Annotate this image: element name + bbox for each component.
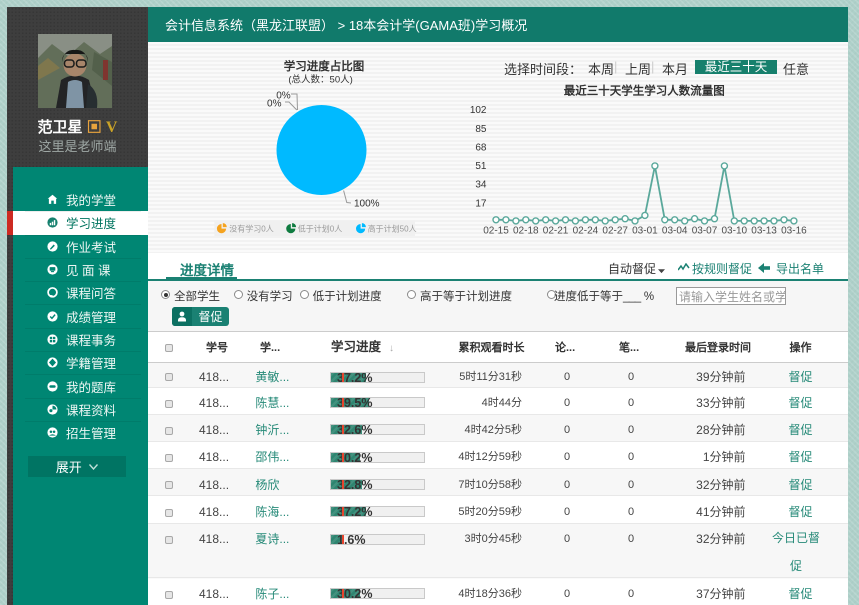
svg-text:02-27: 02-27 [602, 226, 628, 237]
svg-text:低于计划0人: 低于计划0人 [298, 223, 342, 233]
svg-text:03-01: 03-01 [632, 226, 658, 237]
svg-text:03-16: 03-16 [781, 226, 807, 237]
svg-text:03-13: 03-13 [751, 226, 777, 237]
svg-text:100%: 100% [354, 199, 380, 210]
svg-text:最近三十天学生学习人数流量图: 最近三十天学生学习人数流量图 [564, 84, 725, 98]
svg-text:02-15: 02-15 [483, 226, 509, 237]
svg-text:0%: 0% [267, 99, 282, 110]
svg-text:34: 34 [475, 180, 487, 191]
svg-text:03-04: 03-04 [662, 226, 688, 237]
svg-text:17: 17 [475, 198, 487, 209]
svg-text:85: 85 [475, 124, 487, 135]
svg-text:02-21: 02-21 [543, 226, 569, 237]
svg-text:51: 51 [475, 161, 487, 172]
svg-text:102: 102 [470, 105, 487, 116]
svg-text:03-07: 03-07 [692, 226, 718, 237]
svg-text:02-24: 02-24 [573, 226, 599, 237]
svg-text:68: 68 [475, 142, 487, 153]
svg-text:没有学习0人: 没有学习0人 [229, 223, 273, 233]
svg-text:高于计划50人: 高于计划50人 [368, 223, 417, 233]
svg-text:03-10: 03-10 [722, 226, 748, 237]
svg-text:02-18: 02-18 [513, 226, 539, 237]
